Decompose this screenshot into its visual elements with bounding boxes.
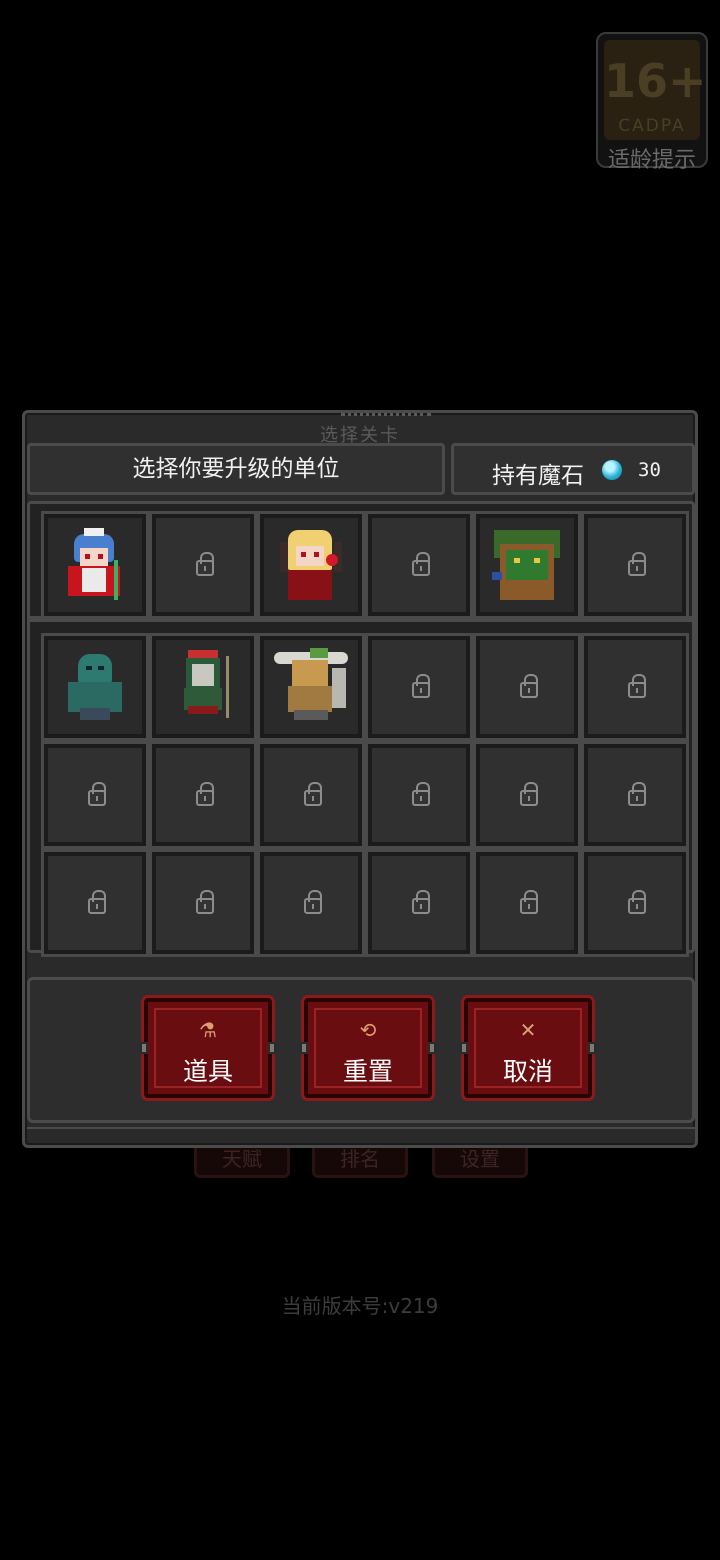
gem-icon xyxy=(602,460,622,480)
treant-icon xyxy=(486,524,568,606)
button-nub xyxy=(300,1042,308,1054)
unit-slot-locked[interactable] xyxy=(149,741,257,849)
unit-slot-locked[interactable] xyxy=(257,849,365,957)
unit-slot-treant[interactable] xyxy=(473,511,581,619)
lock-icon xyxy=(412,552,430,576)
lock-icon xyxy=(628,782,646,806)
items-button-label: 道具 xyxy=(182,1057,233,1086)
gem-count: 30 xyxy=(638,459,661,481)
gem-balance-panel: 持有魔石 30 xyxy=(451,443,695,495)
unit-slot-locked[interactable] xyxy=(581,741,689,849)
lock-icon xyxy=(196,552,214,576)
lock-icon xyxy=(412,674,430,698)
upgrade-prompt: 选择你要升级的单位 xyxy=(132,456,340,482)
unit-slot-viking-warrior[interactable] xyxy=(257,633,365,741)
unit-slot-locked[interactable] xyxy=(41,741,149,849)
unit-slot-locked[interactable] xyxy=(365,741,473,849)
lock-icon xyxy=(628,552,646,576)
lock-icon xyxy=(628,890,646,914)
button-nub xyxy=(460,1042,468,1054)
refresh-icon: ⟲ xyxy=(359,1018,377,1042)
items-button[interactable]: ⚗ 道具 xyxy=(140,995,276,1101)
unit-slot-masked-goblin[interactable] xyxy=(149,633,257,741)
row-divider xyxy=(30,616,692,622)
unit-slot-locked[interactable] xyxy=(257,741,365,849)
lock-icon xyxy=(88,890,106,914)
age-org: CADPA xyxy=(618,116,686,136)
unit-slot-locked[interactable] xyxy=(473,633,581,741)
unit-slot-locked[interactable] xyxy=(473,849,581,957)
lock-icon xyxy=(304,782,322,806)
unit-upgrade-dialog: 选择关卡 选择你要升级的单位 持有魔石 30 ⚗ 道具 ⟲ 重置 ✕ 取消 xyxy=(22,410,698,1148)
age-rating-badge: 16+ CADPA 适龄提示 xyxy=(596,32,708,173)
lock-icon xyxy=(412,890,430,914)
lock-icon xyxy=(520,890,538,914)
unit-slot-locked[interactable] xyxy=(365,849,473,957)
unit-grid xyxy=(27,501,695,957)
unit-slot-locked[interactable] xyxy=(41,849,149,957)
unit-slot-locked[interactable] xyxy=(581,633,689,741)
cancel-button-label: 取消 xyxy=(502,1057,553,1086)
blonde-demon-icon xyxy=(270,524,352,606)
lock-icon xyxy=(196,782,214,806)
age-hint: 适龄提示 xyxy=(607,148,696,173)
unit-slot-blonde-demon[interactable] xyxy=(257,511,365,619)
close-icon: ✕ xyxy=(519,1018,537,1042)
green-zombie-icon xyxy=(54,646,136,728)
lock-icon xyxy=(520,782,538,806)
lock-icon xyxy=(520,674,538,698)
reset-button[interactable]: ⟲ 重置 xyxy=(300,995,436,1101)
unit-slot-locked[interactable] xyxy=(365,633,473,741)
button-nub xyxy=(428,1042,436,1054)
button-nub xyxy=(588,1042,596,1054)
lock-icon xyxy=(412,782,430,806)
button-nub xyxy=(140,1042,148,1054)
gem-label: 持有魔石 xyxy=(492,463,584,489)
unit-slot-locked[interactable] xyxy=(149,849,257,957)
lock-icon xyxy=(88,782,106,806)
unit-slot-ice-princess[interactable] xyxy=(41,511,149,619)
title-ornament xyxy=(341,413,431,421)
unit-slot-locked[interactable] xyxy=(365,511,473,619)
unit-slot-locked[interactable] xyxy=(581,849,689,957)
masked-goblin-icon xyxy=(162,646,244,728)
dialog-footer xyxy=(27,1127,695,1143)
unit-slot-green-zombie[interactable] xyxy=(41,633,149,741)
lock-icon xyxy=(304,890,322,914)
reset-button-label: 重置 xyxy=(342,1057,393,1086)
upgrade-prompt-panel: 选择你要升级的单位 xyxy=(27,443,445,495)
age-rating: 16+ xyxy=(604,54,707,108)
lock-icon xyxy=(196,890,214,914)
unit-slot-locked[interactable] xyxy=(581,511,689,619)
unit-slot-locked[interactable] xyxy=(149,511,257,619)
viking-warrior-icon xyxy=(270,646,352,728)
age-badge-top: 16+ CADPA xyxy=(604,40,707,140)
action-bar: ⚗ 道具 ⟲ 重置 ✕ 取消 xyxy=(27,977,695,1123)
cancel-button[interactable]: ✕ 取消 xyxy=(460,995,596,1101)
lock-icon xyxy=(628,674,646,698)
ice-princess-icon xyxy=(54,524,136,606)
button-nub xyxy=(268,1042,276,1054)
version-text: 当前版本号:v219 xyxy=(281,1294,439,1318)
unit-slot-locked[interactable] xyxy=(473,741,581,849)
potion-icon: ⚗ xyxy=(199,1018,217,1042)
